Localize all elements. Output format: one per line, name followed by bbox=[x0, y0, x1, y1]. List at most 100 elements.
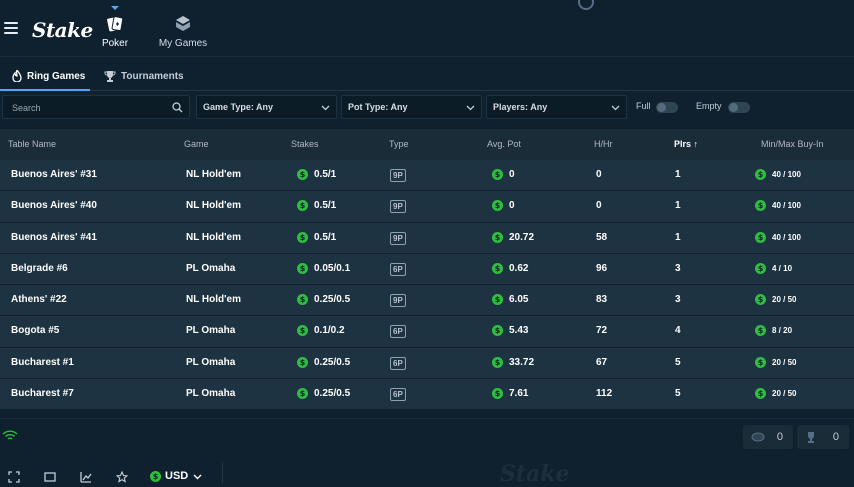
chips-counter[interactable]: 0 bbox=[743, 425, 793, 449]
dollar-coin-icon: $ bbox=[297, 169, 308, 180]
toggle-knob bbox=[657, 103, 666, 112]
seats-badge: 6P bbox=[390, 262, 406, 276]
fullscreen-icon[interactable] bbox=[8, 471, 20, 483]
table-row[interactable]: Buenos Aires' #31 NL Hold'em $0.5/1 9P $0 0 1 $… bbox=[0, 160, 854, 192]
avg-pot-cell: $20.72 bbox=[492, 231, 535, 243]
full-toggle[interactable] bbox=[656, 102, 678, 113]
col-min-max-buyin[interactable]: Min/Max Buy-In bbox=[761, 139, 824, 149]
game-cell: NL Hold'em bbox=[186, 294, 241, 306]
buyin-value: 20 / 50 bbox=[772, 357, 797, 367]
ring-games-table: Table Name Game Stakes Type Avg. Pot H/H… bbox=[0, 129, 854, 411]
buyin-cell: $20 / 50 bbox=[755, 294, 796, 306]
stakes-value: 0.25/0.5 bbox=[314, 294, 351, 306]
avg-pot-value: 20.72 bbox=[509, 231, 535, 243]
col-type[interactable]: Type bbox=[389, 139, 409, 149]
avg-pot-cell: $0 bbox=[492, 169, 515, 180]
game-type-select[interactable]: Game Type: Any bbox=[196, 95, 337, 119]
players-select[interactable]: Players: Any bbox=[486, 95, 627, 119]
stakes-cell: $0.1/0.2 bbox=[297, 325, 345, 337]
players-cell: 3 bbox=[675, 262, 681, 274]
tab-tournaments[interactable]: Tournaments bbox=[104, 62, 184, 90]
buyin-cell: $4 / 10 bbox=[755, 262, 792, 274]
stakes-value: 0.5/1 bbox=[314, 231, 337, 243]
pot-type-select[interactable]: Pot Type: Any bbox=[341, 95, 482, 119]
col-avg-pot[interactable]: Avg. Pot bbox=[487, 139, 521, 149]
buyin-value: 8 / 20 bbox=[772, 326, 793, 336]
col-stakes[interactable]: Stakes bbox=[291, 139, 319, 149]
hamburger-menu-icon[interactable] bbox=[4, 22, 18, 34]
avg-pot-cell: $7.61 bbox=[492, 388, 529, 400]
table-name-cell: Buenos Aires' #40 bbox=[11, 200, 97, 212]
dollar-coin-icon: $ bbox=[492, 294, 503, 306]
table-row[interactable]: Buenos Aires' #40 NL Hold'em $0.5/1 9P $0 0 1 $… bbox=[0, 191, 854, 223]
window-icon[interactable] bbox=[44, 471, 56, 483]
stakes-cell: $0.25/0.5 bbox=[297, 388, 350, 400]
avg-pot-value: 6.05 bbox=[509, 294, 529, 306]
game-cell: PL Omaha bbox=[186, 325, 236, 337]
trophy-icon bbox=[104, 70, 116, 82]
nav-poker[interactable]: Poker bbox=[100, 6, 130, 49]
empty-toggle[interactable] bbox=[728, 102, 750, 113]
table-name-cell: Athens' #22 bbox=[11, 294, 67, 306]
tab-ring-games[interactable]: Ring Games bbox=[12, 62, 85, 90]
nav-my-games[interactable]: My Games bbox=[158, 14, 208, 49]
avg-pot-cell: $33.72 bbox=[492, 356, 534, 368]
trophy-icon bbox=[808, 432, 814, 443]
buyin-value: 20 / 50 bbox=[772, 389, 797, 399]
table-body: Buenos Aires' #31 NL Hold'em $0.5/1 9P $0 0 1 $… bbox=[0, 160, 854, 411]
players-cell: 4 bbox=[675, 325, 681, 337]
type-cell: 6P bbox=[390, 262, 406, 276]
dollar-coin-icon: $ bbox=[297, 262, 308, 274]
table-row[interactable]: Athens' #22 NL Hold'em $0.25/0.5 9P $6.05 83 3… bbox=[0, 285, 854, 317]
table-name-cell: Bucharest #1 bbox=[11, 356, 74, 368]
stakes-value: 0.5/1 bbox=[314, 169, 337, 180]
table-row[interactable]: Bucharest #1 PL Omaha $0.25/0.5 6P $33.72 67 5… bbox=[0, 347, 854, 380]
dollar-coin-icon: $ bbox=[755, 325, 766, 337]
table-row[interactable]: Belgrade #6 PL Omaha $0.05/0.1 6P $0.62 96 3 $4… bbox=[0, 253, 854, 286]
buyin-cell: $40 / 100 bbox=[755, 200, 801, 212]
dollar-coin-icon: $ bbox=[492, 169, 503, 180]
currency-selector[interactable]: $ USD bbox=[150, 470, 202, 482]
profile-circle-icon[interactable] bbox=[578, 0, 594, 10]
flame-icon bbox=[12, 70, 22, 82]
search-input[interactable] bbox=[10, 99, 174, 117]
tournament-counter[interactable]: 0 bbox=[797, 425, 849, 449]
dollar-coin-icon: $ bbox=[492, 231, 503, 243]
hands-per-hour-cell: 0 bbox=[596, 200, 602, 212]
dollar-coin-icon: $ bbox=[150, 470, 161, 482]
tournament-count: 0 bbox=[832, 431, 839, 443]
players-cell: 1 bbox=[675, 200, 681, 212]
stats-chart-icon[interactable] bbox=[80, 471, 92, 483]
avg-pot-value: 7.61 bbox=[509, 388, 529, 400]
table-row[interactable]: Buenos Aires' #41 NL Hold'em $0.5/1 9P $20.7… bbox=[0, 222, 854, 254]
stake-logo[interactable]: Stake bbox=[32, 18, 93, 42]
wifi-icon bbox=[2, 430, 18, 440]
type-cell: 9P bbox=[390, 169, 406, 182]
table-row[interactable]: Bogota #5 PL Omaha $0.1/0.2 6P $5.43 72 4 $8 / … bbox=[0, 316, 854, 348]
table-row[interactable]: Bucharest #7 PL Omaha $0.25/0.5 6P $7.61 112 5… bbox=[0, 379, 854, 411]
col-hands-per-hour[interactable]: H/Hr bbox=[594, 139, 613, 149]
game-type-value: Game Type: Any bbox=[203, 102, 274, 112]
col-table-name[interactable]: Table Name bbox=[8, 139, 56, 149]
avg-pot-cell: $5.43 bbox=[492, 325, 528, 337]
nav-poker-label: Poker bbox=[101, 38, 129, 49]
hands-per-hour-cell: 67 bbox=[596, 356, 608, 368]
seats-badge: 9P bbox=[390, 169, 406, 182]
chevron-down-icon bbox=[193, 474, 202, 479]
dollar-coin-icon: $ bbox=[297, 294, 308, 306]
toggle-knob bbox=[729, 103, 738, 112]
top-header: Stake Poker My Games bbox=[0, 0, 854, 57]
game-cell: NL Hold'em bbox=[186, 169, 241, 180]
hands-per-hour-cell: 58 bbox=[596, 231, 608, 243]
players-cell: 5 bbox=[675, 356, 681, 368]
col-game[interactable]: Game bbox=[184, 139, 209, 149]
col-players-sorted[interactable]: Plrs ↑ bbox=[674, 139, 698, 149]
star-icon[interactable] bbox=[116, 471, 128, 483]
buyin-cell: $40 / 100 bbox=[755, 169, 801, 180]
search-icon[interactable] bbox=[172, 102, 183, 113]
seats-badge: 6P bbox=[390, 388, 406, 402]
hands-per-hour-cell: 72 bbox=[596, 325, 608, 337]
buyin-cell: $40 / 100 bbox=[755, 231, 801, 243]
stakes-value: 0.05/0.1 bbox=[314, 262, 351, 274]
type-cell: 9P bbox=[390, 200, 406, 214]
